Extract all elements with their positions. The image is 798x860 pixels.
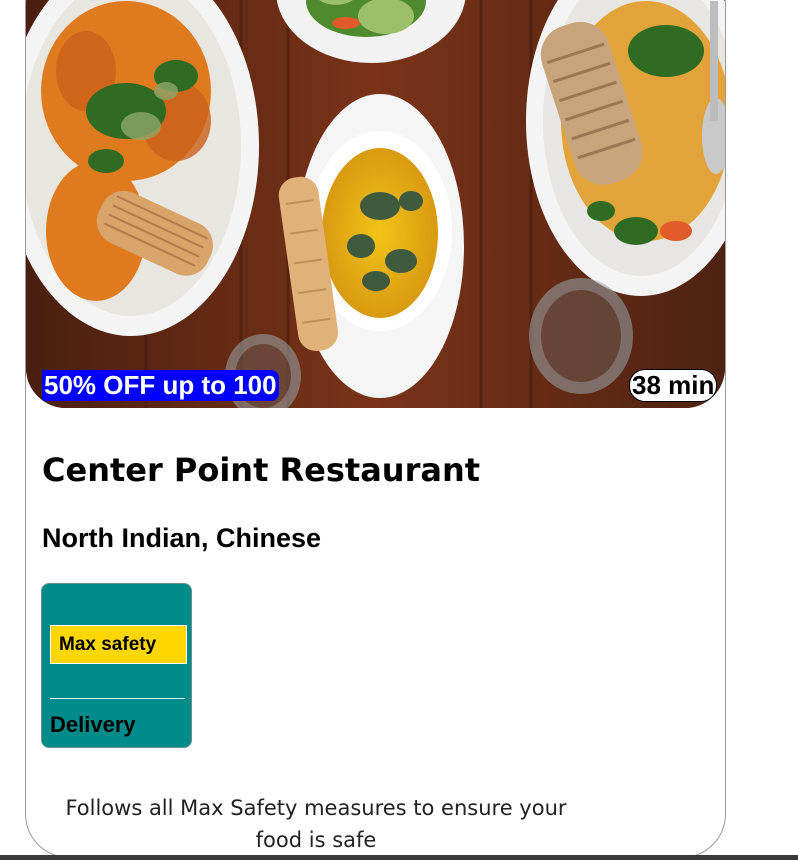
offer-badge: 50% OFF up to 100 — [42, 370, 279, 401]
restaurant-name[interactable]: Center Point Restaurant — [42, 451, 480, 489]
safety-divider — [50, 698, 185, 699]
bottom-scroll-bar[interactable] — [0, 855, 798, 860]
food-photo-icon — [26, 0, 725, 408]
restaurant-image[interactable]: 50% OFF up to 100 38 min — [26, 0, 725, 408]
safety-note: Follows all Max Safety measures to ensur… — [65, 796, 567, 852]
max-safety-delivery-badge: Max safety Delivery — [41, 583, 192, 748]
delivery-time-badge: 38 min — [629, 369, 718, 402]
max-safety-tag: Max safety — [50, 625, 187, 664]
cuisine-list: North Indian, Chinese — [42, 523, 322, 553]
safety-delivery-label: Delivery — [50, 712, 136, 737]
restaurant-card[interactable]: 50% OFF up to 100 38 min Center Point Re… — [25, 0, 726, 858]
